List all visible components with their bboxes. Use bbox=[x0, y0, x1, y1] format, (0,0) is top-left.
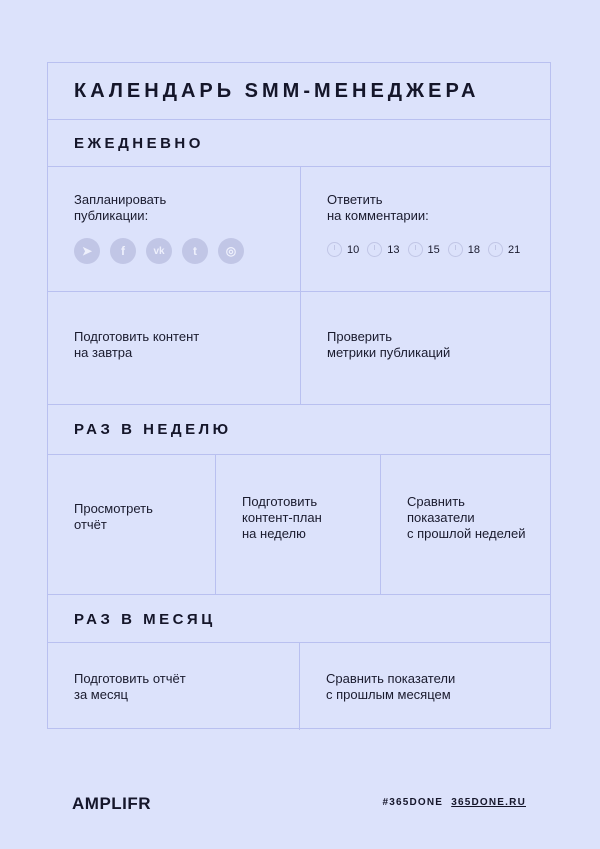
time-slot: 10 bbox=[327, 242, 359, 257]
compare-month-cell: Сравнить показатели с прошлым месяцем bbox=[299, 643, 550, 730]
check-metrics-text: Проверить метрики публикаций bbox=[327, 329, 451, 360]
time-label: 18 bbox=[467, 243, 480, 256]
check-metrics-cell: Проверить метрики публикаций bbox=[300, 292, 550, 404]
hashtag-text: #365DONE bbox=[382, 797, 444, 808]
clock-icon bbox=[447, 242, 463, 257]
reply-times: 10 13 15 18 21 bbox=[327, 242, 520, 257]
clock-icon bbox=[327, 242, 342, 257]
view-report-cell: Просмотреть отчёт bbox=[48, 455, 215, 594]
prepare-content-text: Подготовить контент на завтра bbox=[74, 329, 200, 360]
site-link[interactable]: 365DONE.RU bbox=[451, 797, 526, 808]
compare-week-cell: Сравнить показатели с прошлой неделей bbox=[380, 455, 550, 594]
daily-row-1: Запланировать публикации: ➤ f vk t ◎ Отв… bbox=[48, 166, 550, 291]
monthly-report-cell: Подготовить отчёт за месяц bbox=[48, 643, 299, 730]
time-label: 13 bbox=[387, 243, 400, 256]
time-slot: 13 bbox=[367, 242, 400, 257]
facebook-icon: f bbox=[110, 238, 136, 264]
monthly-heading-row: РАЗ В МЕСЯЦ bbox=[48, 594, 550, 642]
weekly-row: Просмотреть отчёт Подготовить контент-пл… bbox=[48, 454, 550, 594]
weekly-heading: РАЗ В НЕДЕЛЮ bbox=[74, 421, 232, 438]
time-label: 10 bbox=[347, 243, 360, 256]
monthly-report-text: Подготовить отчёт за месяц bbox=[74, 671, 186, 702]
daily-heading-row: ЕЖЕДНЕВНО bbox=[48, 119, 550, 166]
daily-row-2: Подготовить контент на завтра Проверить … bbox=[48, 291, 550, 404]
schedule-posts-text: Запланировать публикации: bbox=[74, 192, 167, 223]
weekly-heading-row: РАЗ В НЕДЕЛЮ bbox=[48, 404, 550, 454]
time-slot: 21 bbox=[488, 242, 520, 257]
telegram-icon: ➤ bbox=[74, 238, 100, 264]
reply-comments-text: Ответить на комментарии: bbox=[327, 192, 429, 223]
prepare-content-cell: Подготовить контент на завтра bbox=[48, 292, 300, 404]
instagram-icon: ◎ bbox=[218, 238, 244, 264]
twitter-icon: t bbox=[182, 238, 208, 264]
clock-icon bbox=[367, 242, 383, 257]
footer-links: #365DONE 365DONE.RU bbox=[382, 797, 526, 808]
content-plan-cell: Подготовить контент-план на неделю bbox=[215, 455, 380, 594]
time-slot: 15 bbox=[407, 242, 440, 257]
time-slot: 18 bbox=[447, 242, 480, 257]
time-label: 21 bbox=[508, 243, 521, 256]
social-icons: ➤ f vk t ◎ bbox=[74, 238, 244, 264]
page-title: КАЛЕНДАРЬ SMM-МЕНЕДЖЕРА bbox=[74, 80, 480, 102]
title-row: КАЛЕНДАРЬ SMM-МЕНЕДЖЕРА bbox=[48, 63, 550, 119]
daily-heading: ЕЖЕДНЕВНО bbox=[74, 135, 204, 152]
compare-month-text: Сравнить показатели с прошлым месяцем bbox=[326, 671, 456, 702]
monthly-heading: РАЗ В МЕСЯЦ bbox=[74, 611, 216, 628]
clock-icon bbox=[407, 242, 423, 257]
clock-icon bbox=[488, 242, 503, 257]
reply-comments-cell: Ответить на комментарии: 10 13 15 18 21 bbox=[300, 167, 550, 291]
compare-week-text: Сравнить показатели с прошлой неделей bbox=[407, 494, 526, 541]
calendar-card: КАЛЕНДАРЬ SMM-МЕНЕДЖЕРА ЕЖЕДНЕВНО Заплан… bbox=[47, 62, 551, 730]
amplifr-logo: AMPLIFR bbox=[72, 794, 152, 813]
vk-icon: vk bbox=[146, 238, 172, 264]
schedule-posts-cell: Запланировать публикации: ➤ f vk t ◎ bbox=[48, 167, 300, 291]
time-label: 15 bbox=[427, 243, 440, 256]
view-report-text: Просмотреть отчёт bbox=[74, 501, 153, 532]
monthly-row: Подготовить отчёт за месяц Сравнить пока… bbox=[48, 642, 550, 730]
content-plan-text: Подготовить контент-план на неделю bbox=[242, 494, 322, 541]
